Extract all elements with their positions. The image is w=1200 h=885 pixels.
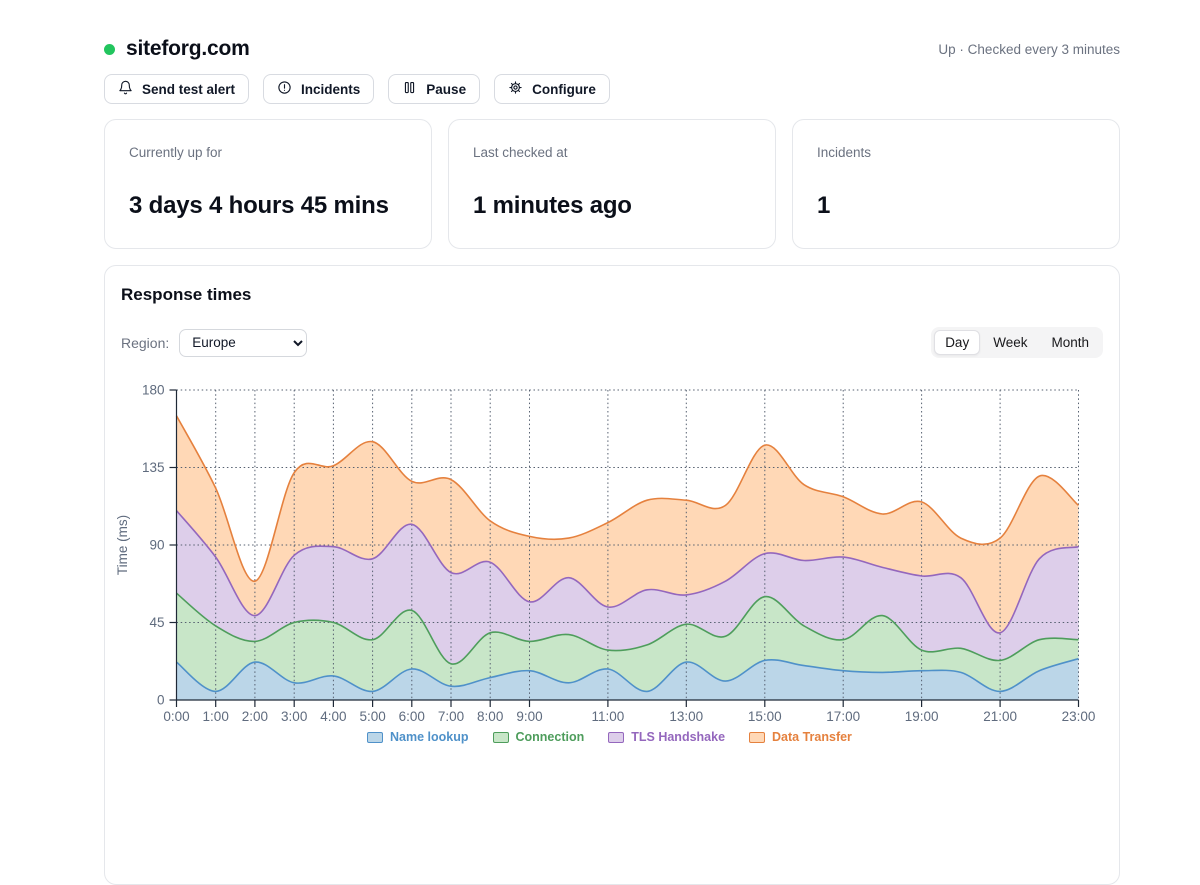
- pause-button[interactable]: Pause: [388, 74, 480, 104]
- y-axis-label: Time (ms): [115, 515, 130, 575]
- svg-text:135: 135: [142, 460, 165, 475]
- svg-text:9:00: 9:00: [516, 709, 542, 724]
- region-control: Region: Europe: [121, 329, 307, 357]
- svg-text:7:00: 7:00: [438, 709, 464, 724]
- stat-card-incidents: Incidents 1: [792, 119, 1120, 249]
- page-title: siteforg.com: [126, 37, 250, 61]
- svg-text:15:00: 15:00: [748, 709, 782, 724]
- svg-text:2:00: 2:00: [242, 709, 268, 724]
- header: siteforg.com Up · Checked every 3 minute…: [104, 37, 1120, 61]
- stacked-area-chart: 0 45 90 135 180 0:00 1:00 2:00 3:00 4:00 5:00 6:00 7…: [105, 371, 1120, 771]
- bell-icon: [118, 80, 133, 98]
- svg-text:8:00: 8:00: [477, 709, 503, 724]
- svg-text:11:00: 11:00: [592, 709, 625, 724]
- legend-swatch-icon: [493, 732, 509, 743]
- svg-text:17:00: 17:00: [826, 709, 860, 724]
- tab-day[interactable]: Day: [934, 330, 980, 355]
- svg-text:0:00: 0:00: [163, 709, 189, 724]
- svg-text:19:00: 19:00: [905, 709, 939, 724]
- toolbar: Send test alert Incidents Pause Configur…: [104, 74, 1120, 104]
- svg-text:6:00: 6:00: [399, 709, 425, 724]
- response-times-card: Response times Region: Europe Day Week M…: [104, 265, 1120, 885]
- page: siteforg.com Up · Checked every 3 minute…: [0, 37, 1200, 885]
- legend-swatch-icon: [608, 732, 624, 743]
- svg-text:180: 180: [142, 383, 165, 398]
- legend-item: Name lookup: [367, 730, 469, 744]
- alert-circle-icon: [277, 80, 292, 98]
- range-segmented-control: Day Week Month: [931, 327, 1103, 358]
- svg-text:3:00: 3:00: [281, 709, 307, 724]
- gear-icon: [508, 80, 523, 98]
- chart-legend: Name lookup Connection TLS Handshake Data T…: [367, 730, 852, 744]
- legend-swatch-icon: [749, 732, 765, 743]
- stat-value: 3 days 4 hours 45 mins: [129, 192, 407, 220]
- response-times-chart: 0 45 90 135 180 0:00 1:00 2:00 3:00 4:00 5:00 6:00 7…: [105, 371, 1120, 771]
- pause-icon: [402, 80, 417, 98]
- stat-label: Currently up for: [129, 145, 407, 160]
- send-test-alert-button[interactable]: Send test alert: [104, 74, 249, 104]
- region-select[interactable]: Europe: [179, 329, 307, 357]
- configure-button[interactable]: Configure: [494, 74, 610, 104]
- stat-value: 1 minutes ago: [473, 192, 751, 220]
- stat-label: Incidents: [817, 145, 1095, 160]
- incidents-button[interactable]: Incidents: [263, 74, 374, 104]
- stat-card-uptime: Currently up for 3 days 4 hours 45 mins: [104, 119, 432, 249]
- chart-controls: Region: Europe Day Week Month: [121, 327, 1103, 358]
- svg-text:13:00: 13:00: [669, 709, 703, 724]
- legend-item: TLS Handshake: [608, 730, 725, 744]
- svg-text:45: 45: [149, 615, 164, 630]
- chart-title: Response times: [121, 285, 1103, 305]
- legend-swatch-icon: [367, 732, 383, 743]
- legend-item: Connection: [493, 730, 585, 744]
- svg-text:0: 0: [157, 693, 165, 708]
- svg-text:1:00: 1:00: [203, 709, 229, 724]
- svg-text:21:00: 21:00: [983, 709, 1017, 724]
- stat-cards-row: Currently up for 3 days 4 hours 45 mins …: [104, 119, 1120, 249]
- stat-value: 1: [817, 192, 1095, 220]
- stat-label: Last checked at: [473, 145, 751, 160]
- tab-month[interactable]: Month: [1040, 330, 1100, 355]
- uptime-status-text: Up · Checked every 3 minutes: [938, 42, 1120, 57]
- tab-week[interactable]: Week: [982, 330, 1038, 355]
- site-header: siteforg.com: [104, 37, 250, 61]
- legend-item: Data Transfer: [749, 730, 852, 744]
- region-label: Region:: [121, 335, 169, 351]
- stat-card-last-checked: Last checked at 1 minutes ago: [448, 119, 776, 249]
- chart-areas: [177, 416, 1079, 700]
- status-dot-icon: [104, 44, 115, 55]
- svg-text:4:00: 4:00: [320, 709, 346, 724]
- svg-text:5:00: 5:00: [359, 709, 385, 724]
- svg-text:90: 90: [149, 538, 164, 553]
- svg-text:23:00: 23:00: [1062, 709, 1096, 724]
